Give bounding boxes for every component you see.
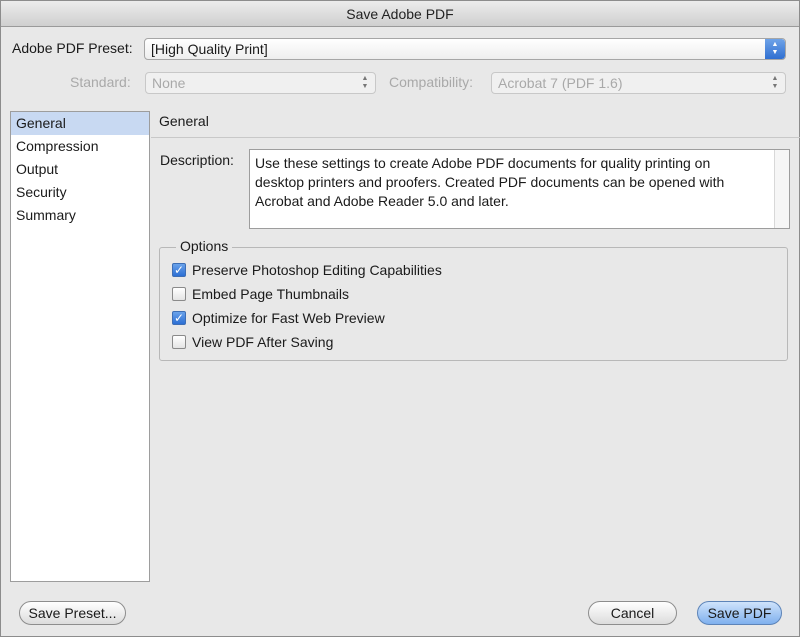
options-group: Options ✓ Preserve Photoshop Editing Cap… (159, 238, 788, 361)
chevron-updown-icon: ▲ ▼ (771, 75, 779, 90)
sidebar-item-security[interactable]: Security (11, 181, 149, 204)
cancel-button[interactable]: Cancel (588, 601, 677, 625)
preset-label: Adobe PDF Preset: (12, 40, 133, 56)
fast-web-preview-checkbox[interactable]: ✓ Optimize for Fast Web Preview (172, 310, 385, 326)
sidebar-item-output[interactable]: Output (11, 158, 149, 181)
section-heading: General (159, 113, 209, 129)
compatibility-label: Compatibility: (389, 74, 474, 90)
chevron-updown-icon: ▲ ▼ (765, 39, 785, 59)
description-line: Use these settings to create Adobe PDF d… (255, 155, 711, 171)
compatibility-value: Acrobat 7 (PDF 1.6) (498, 75, 623, 91)
description-line: Acrobat and Adobe Reader 5.0 and later. (255, 193, 509, 209)
save-preset-button[interactable]: Save Preset... (19, 601, 126, 625)
preserve-editing-checkbox[interactable]: ✓ Preserve Photoshop Editing Capabilitie… (172, 262, 442, 278)
standard-select[interactable]: None ▲ ▼ (145, 72, 376, 94)
standard-label: Standard: (70, 74, 131, 90)
sidebar-item-general[interactable]: General (11, 112, 149, 135)
chevron-updown-icon: ▲ ▼ (361, 75, 369, 90)
embed-thumbnails-label: Embed Page Thumbnails (192, 286, 349, 302)
checkmark-icon: ✓ (172, 263, 186, 277)
preset-value: [High Quality Print] (151, 41, 268, 57)
save-pdf-dialog: Save Adobe PDF Adobe PDF Preset: [High Q… (0, 0, 800, 637)
window-title: Save Adobe PDF (1, 1, 799, 27)
preserve-editing-label: Preserve Photoshop Editing Capabilities (192, 262, 442, 278)
checkmark-icon: ✓ (172, 311, 186, 325)
sidebar: General Compression Output Security Summ… (10, 111, 150, 582)
description-line: desktop printers and proofers. Created P… (255, 174, 725, 190)
sidebar-item-compression[interactable]: Compression (11, 135, 149, 158)
preset-select[interactable]: [High Quality Print] ▲ ▼ (144, 38, 786, 60)
embed-thumbnails-checkbox[interactable]: Embed Page Thumbnails (172, 286, 349, 302)
save-pdf-button[interactable]: Save PDF (697, 601, 782, 625)
view-after-saving-label: View PDF After Saving (192, 334, 334, 350)
standard-value: None (152, 75, 186, 91)
checkbox-empty-icon (172, 335, 186, 349)
sidebar-item-summary[interactable]: Summary (11, 204, 149, 227)
description-label: Description: (160, 152, 234, 168)
description-scrollbar[interactable] (774, 150, 789, 228)
compatibility-select[interactable]: Acrobat 7 (PDF 1.6) ▲ ▼ (491, 72, 786, 94)
description-text: Use these settings to create Adobe PDF d… (255, 154, 770, 211)
view-after-saving-checkbox[interactable]: View PDF After Saving (172, 334, 333, 350)
fast-web-preview-label: Optimize for Fast Web Preview (192, 310, 385, 326)
description-field[interactable]: Use these settings to create Adobe PDF d… (249, 149, 790, 229)
checkbox-empty-icon (172, 287, 186, 301)
divider (151, 137, 800, 138)
options-title: Options (176, 238, 233, 254)
